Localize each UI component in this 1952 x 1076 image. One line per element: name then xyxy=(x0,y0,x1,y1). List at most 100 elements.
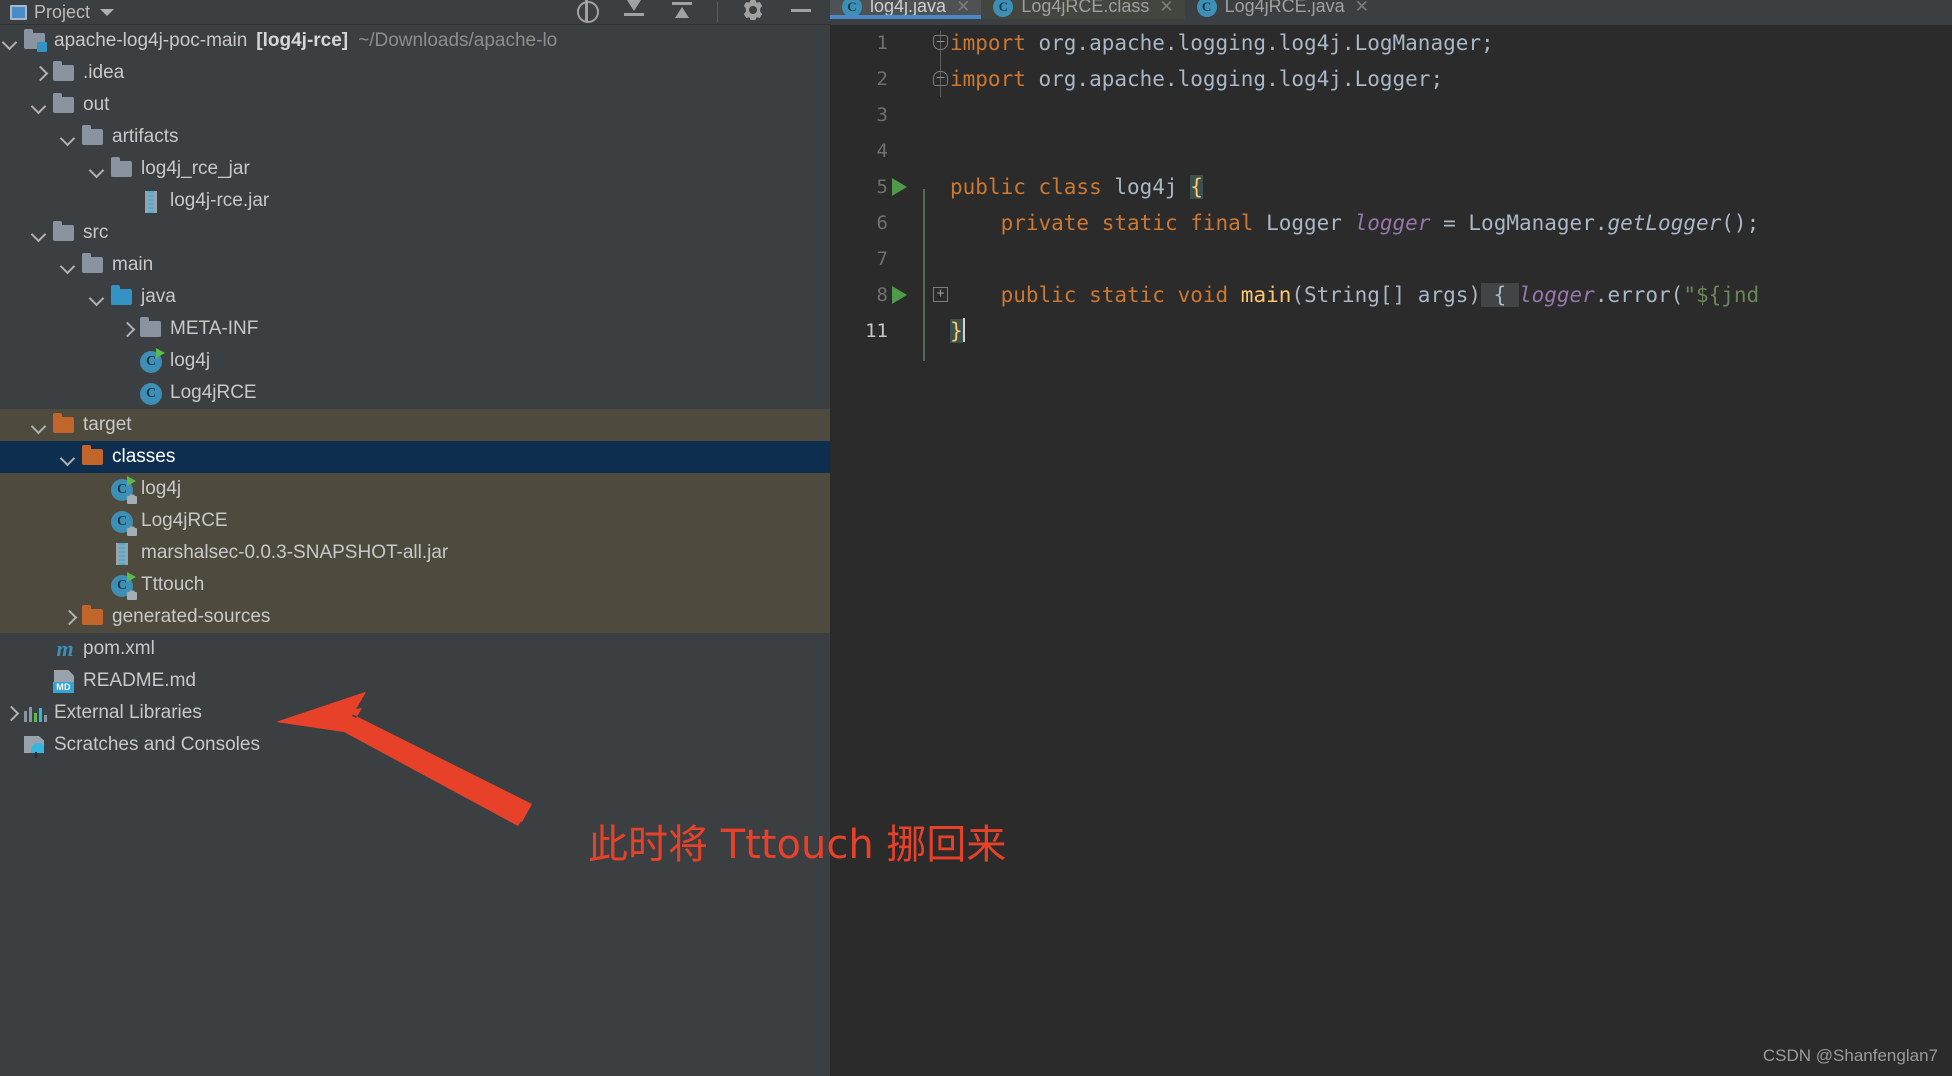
tree-row[interactable]: main xyxy=(0,249,830,281)
matching-brace-close: } xyxy=(950,319,963,343)
import-path-1: org.apache.logging.log4j.LogManager; xyxy=(1025,31,1494,55)
tree-row[interactable]: marshalsec-0.0.3-SNAPSHOT-all.jar xyxy=(0,537,830,569)
fold-collapse-icon[interactable]: – xyxy=(933,71,948,86)
fold-expand-icon[interactable]: + xyxy=(933,287,948,302)
code-line-2: import org.apache.logging.log4j.Logger; xyxy=(950,61,1443,97)
tree-item-label: Scratches and Consoles xyxy=(54,734,260,755)
expand-all-icon[interactable] xyxy=(621,0,647,23)
folder-icon xyxy=(53,221,74,241)
clock-hand-icon xyxy=(35,752,37,758)
tree-item-icon xyxy=(22,733,48,758)
chevron-right-icon[interactable] xyxy=(58,601,80,633)
tree-row[interactable]: generated-sources xyxy=(0,601,830,633)
chevron-right-icon[interactable] xyxy=(116,313,138,345)
source-folder-icon xyxy=(111,285,132,305)
line-number: 7 xyxy=(876,248,888,270)
run-gutter-icon[interactable] xyxy=(892,286,907,304)
main-args: (String[] args) xyxy=(1291,283,1482,307)
tree-row[interactable]: log4j_rce_jar xyxy=(0,153,830,185)
tree-item-label: README.md xyxy=(83,670,196,691)
chevron-down-icon[interactable] xyxy=(100,9,115,16)
line-number: 4 xyxy=(876,140,888,162)
tree-row[interactable]: .idea xyxy=(0,57,830,89)
folder-icon xyxy=(82,125,103,145)
tree-row[interactable]: target xyxy=(0,409,830,441)
tree-row[interactable]: src xyxy=(0,217,830,249)
tree-item-label: Log4jRCE xyxy=(170,382,257,403)
tree-row[interactable]: C Log4jRCE xyxy=(0,377,830,409)
tree-item-label: java xyxy=(141,286,176,307)
tree-item-label: META-INF xyxy=(170,318,259,339)
tree-row[interactable]: apache-log4j-poc-main [log4j-rce] ~/Downlo… xyxy=(0,25,830,57)
tree-row[interactable]: m pom.xml xyxy=(0,633,830,665)
editor-tab-label: Log4jRCE.java xyxy=(1224,0,1345,16)
code-line-5: public class log4j { xyxy=(950,169,1203,205)
minimize-icon[interactable] xyxy=(788,1,814,23)
field-logger-ref: logger xyxy=(1518,283,1595,307)
tree-row[interactable]: MD README.md xyxy=(0,665,830,697)
keyword-public-static-void: public static void xyxy=(1000,283,1229,307)
keyword-import: import xyxy=(950,67,1026,91)
project-window-icon xyxy=(10,5,27,20)
folder-icon xyxy=(53,93,74,113)
tree-row[interactable]: Scratches and Consoles xyxy=(0,729,830,761)
project-tool-window: Project apache-log4j-poc-main [log4j-rce]… xyxy=(0,0,830,1076)
code-editor[interactable]: 1 2 3 4 5 6 7 8 11 – – + import org.apac… xyxy=(830,25,1952,1076)
tree-row[interactable]: out xyxy=(0,89,830,121)
chevron-down-icon[interactable] xyxy=(58,121,80,153)
chevron-down-icon[interactable] xyxy=(87,281,109,313)
tree-item-label: target xyxy=(83,414,132,435)
chevron-down-icon[interactable] xyxy=(0,25,22,57)
external-libraries-icon xyxy=(24,705,47,722)
chevron-down-icon[interactable] xyxy=(58,441,80,473)
tree-item-path: ~/Downloads/apache-lo xyxy=(358,30,558,51)
tree-row[interactable]: C Tttouch xyxy=(0,569,830,601)
tree-item-label: artifacts xyxy=(112,126,179,147)
tree-row[interactable]: META-INF xyxy=(0,313,830,345)
java-class-icon: C xyxy=(842,0,862,17)
code-line-1: import org.apache.logging.log4j.LogManag… xyxy=(950,25,1494,61)
text-caret xyxy=(962,318,965,342)
chevron-down-icon[interactable] xyxy=(29,89,51,121)
editor-tab[interactable]: C Log4jRCE.class ✕ xyxy=(981,0,1185,19)
locate-in-tree-icon[interactable] xyxy=(573,0,599,23)
tree-row[interactable]: C Log4jRCE xyxy=(0,505,830,537)
keyword-import: import xyxy=(950,31,1026,55)
tree-row[interactable]: Clog4j xyxy=(0,473,830,505)
settings-gear-icon[interactable] xyxy=(740,1,766,23)
module-icon xyxy=(24,29,47,52)
project-tree: apache-log4j-poc-main [log4j-rce] ~/Downlo… xyxy=(0,25,830,761)
close-icon[interactable]: ✕ xyxy=(956,0,970,17)
chevron-down-icon[interactable] xyxy=(29,409,51,441)
editor-tab[interactable]: Clog4j.java ✕ xyxy=(830,0,982,19)
chevron-right-icon[interactable] xyxy=(29,57,51,89)
tree-row[interactable]: log4j-rce.jar xyxy=(0,185,830,217)
editor-tab[interactable]: C Log4jRCE.java ✕ xyxy=(1185,0,1380,19)
tree-row[interactable]: External Libraries xyxy=(0,697,830,729)
chevron-right-icon[interactable] xyxy=(0,697,22,729)
tree-row[interactable]: java xyxy=(0,281,830,313)
close-icon[interactable]: ✕ xyxy=(1159,0,1173,17)
chevron-down-icon[interactable] xyxy=(87,153,109,185)
java-class-icon: C xyxy=(993,0,1014,17)
tree-row[interactable]: artifacts xyxy=(0,121,830,153)
chevron-down-icon[interactable] xyxy=(58,249,80,281)
collapse-all-icon[interactable] xyxy=(669,1,695,23)
chevron-down-icon[interactable] xyxy=(29,217,51,249)
run-gutter-icon[interactable] xyxy=(892,178,907,196)
project-title[interactable]: Project xyxy=(0,2,115,23)
folder-icon xyxy=(53,61,74,81)
tree-row[interactable]: Clog4j xyxy=(0,345,830,377)
tree-row[interactable]: classes xyxy=(0,441,830,473)
tree-item-label: out xyxy=(83,94,110,115)
fold-collapse-icon[interactable]: – xyxy=(933,35,948,50)
close-icon[interactable]: ✕ xyxy=(1355,0,1369,17)
tree-item-icon xyxy=(22,701,48,725)
